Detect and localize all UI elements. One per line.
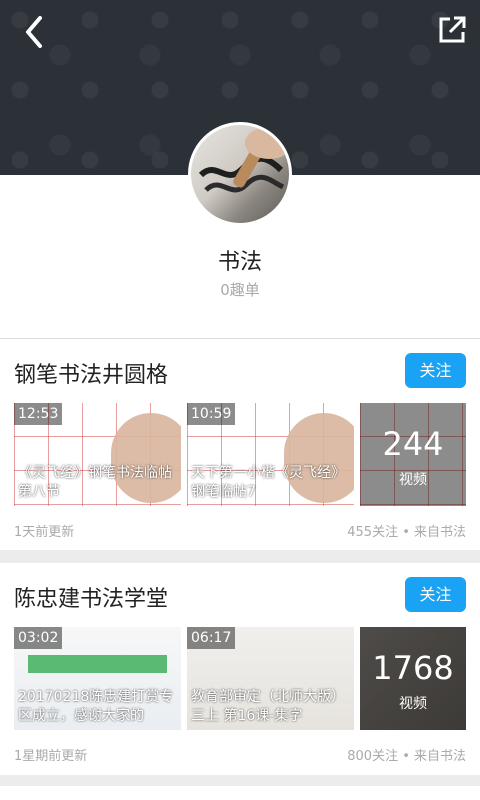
video-count: 244 (382, 425, 444, 463)
card-stats: 455关注 • 来自书法 (347, 525, 466, 540)
video-caption: 天下第一小楷《灵飞经》钢笔临帖7 (191, 465, 345, 500)
video-duration: 06:17 (187, 627, 236, 649)
video-count-tile[interactable]: 244 视频 (360, 403, 466, 506)
card-title[interactable]: 钢笔书法井圆格 (14, 357, 168, 389)
updated-time: 1星期前更新 (14, 749, 88, 764)
chevron-left-icon (26, 16, 42, 48)
avatar (188, 122, 292, 226)
page-title: 书法 (217, 250, 262, 275)
video-caption: 20170218陈忠建打赏专区成立，感谢大家的 (18, 689, 174, 724)
subscription-count: 0趣单 (220, 281, 260, 299)
external-link-icon (439, 16, 466, 43)
collection-card[interactable]: 钢笔书法井圆格 关注 12:53 《灵飞经》钢笔书法临帖第八节 10:59 天下… (0, 338, 480, 550)
video-thumbnail[interactable]: 06:17 教育部审定（北师大版）三上 第16课-集字 (187, 627, 354, 730)
video-thumbnail[interactable]: 10:59 天下第一小楷《灵飞经》钢笔临帖7 (187, 403, 354, 506)
video-duration: 10:59 (187, 403, 236, 425)
share-button[interactable] (436, 14, 468, 46)
screen-bar (28, 655, 167, 673)
follow-button[interactable]: 关注 (405, 353, 466, 388)
card-stats: 800关注 • 来自书法 (347, 749, 466, 764)
video-thumbnail[interactable]: 12:53 《灵飞经》钢笔书法临帖第八节 (14, 403, 181, 506)
video-caption: 《灵飞经》钢笔书法临帖第八节 (18, 465, 172, 500)
collection-card[interactable]: 陈忠建书法学堂 关注 03:02 20170218陈忠建打赏专区成立，感谢大家的… (0, 563, 480, 775)
video-duration: 03:02 (14, 627, 63, 649)
collection-card[interactable] (0, 786, 480, 800)
video-count-tile[interactable]: 1768 视频 (360, 627, 466, 730)
video-caption: 教育部审定（北师大版）三上 第16课-集字 (191, 689, 345, 724)
back-button[interactable] (18, 14, 54, 50)
video-count: 1768 (372, 649, 454, 687)
follow-button[interactable]: 关注 (405, 577, 466, 612)
video-count-label: 视频 (399, 696, 427, 712)
video-thumbnail[interactable]: 03:02 20170218陈忠建打赏专区成立，感谢大家的 (14, 627, 181, 730)
video-count-label: 视频 (399, 472, 427, 488)
updated-time: 1天前更新 (14, 525, 75, 540)
card-title[interactable]: 陈忠建书法学堂 (14, 581, 168, 613)
video-duration: 12:53 (14, 403, 63, 425)
